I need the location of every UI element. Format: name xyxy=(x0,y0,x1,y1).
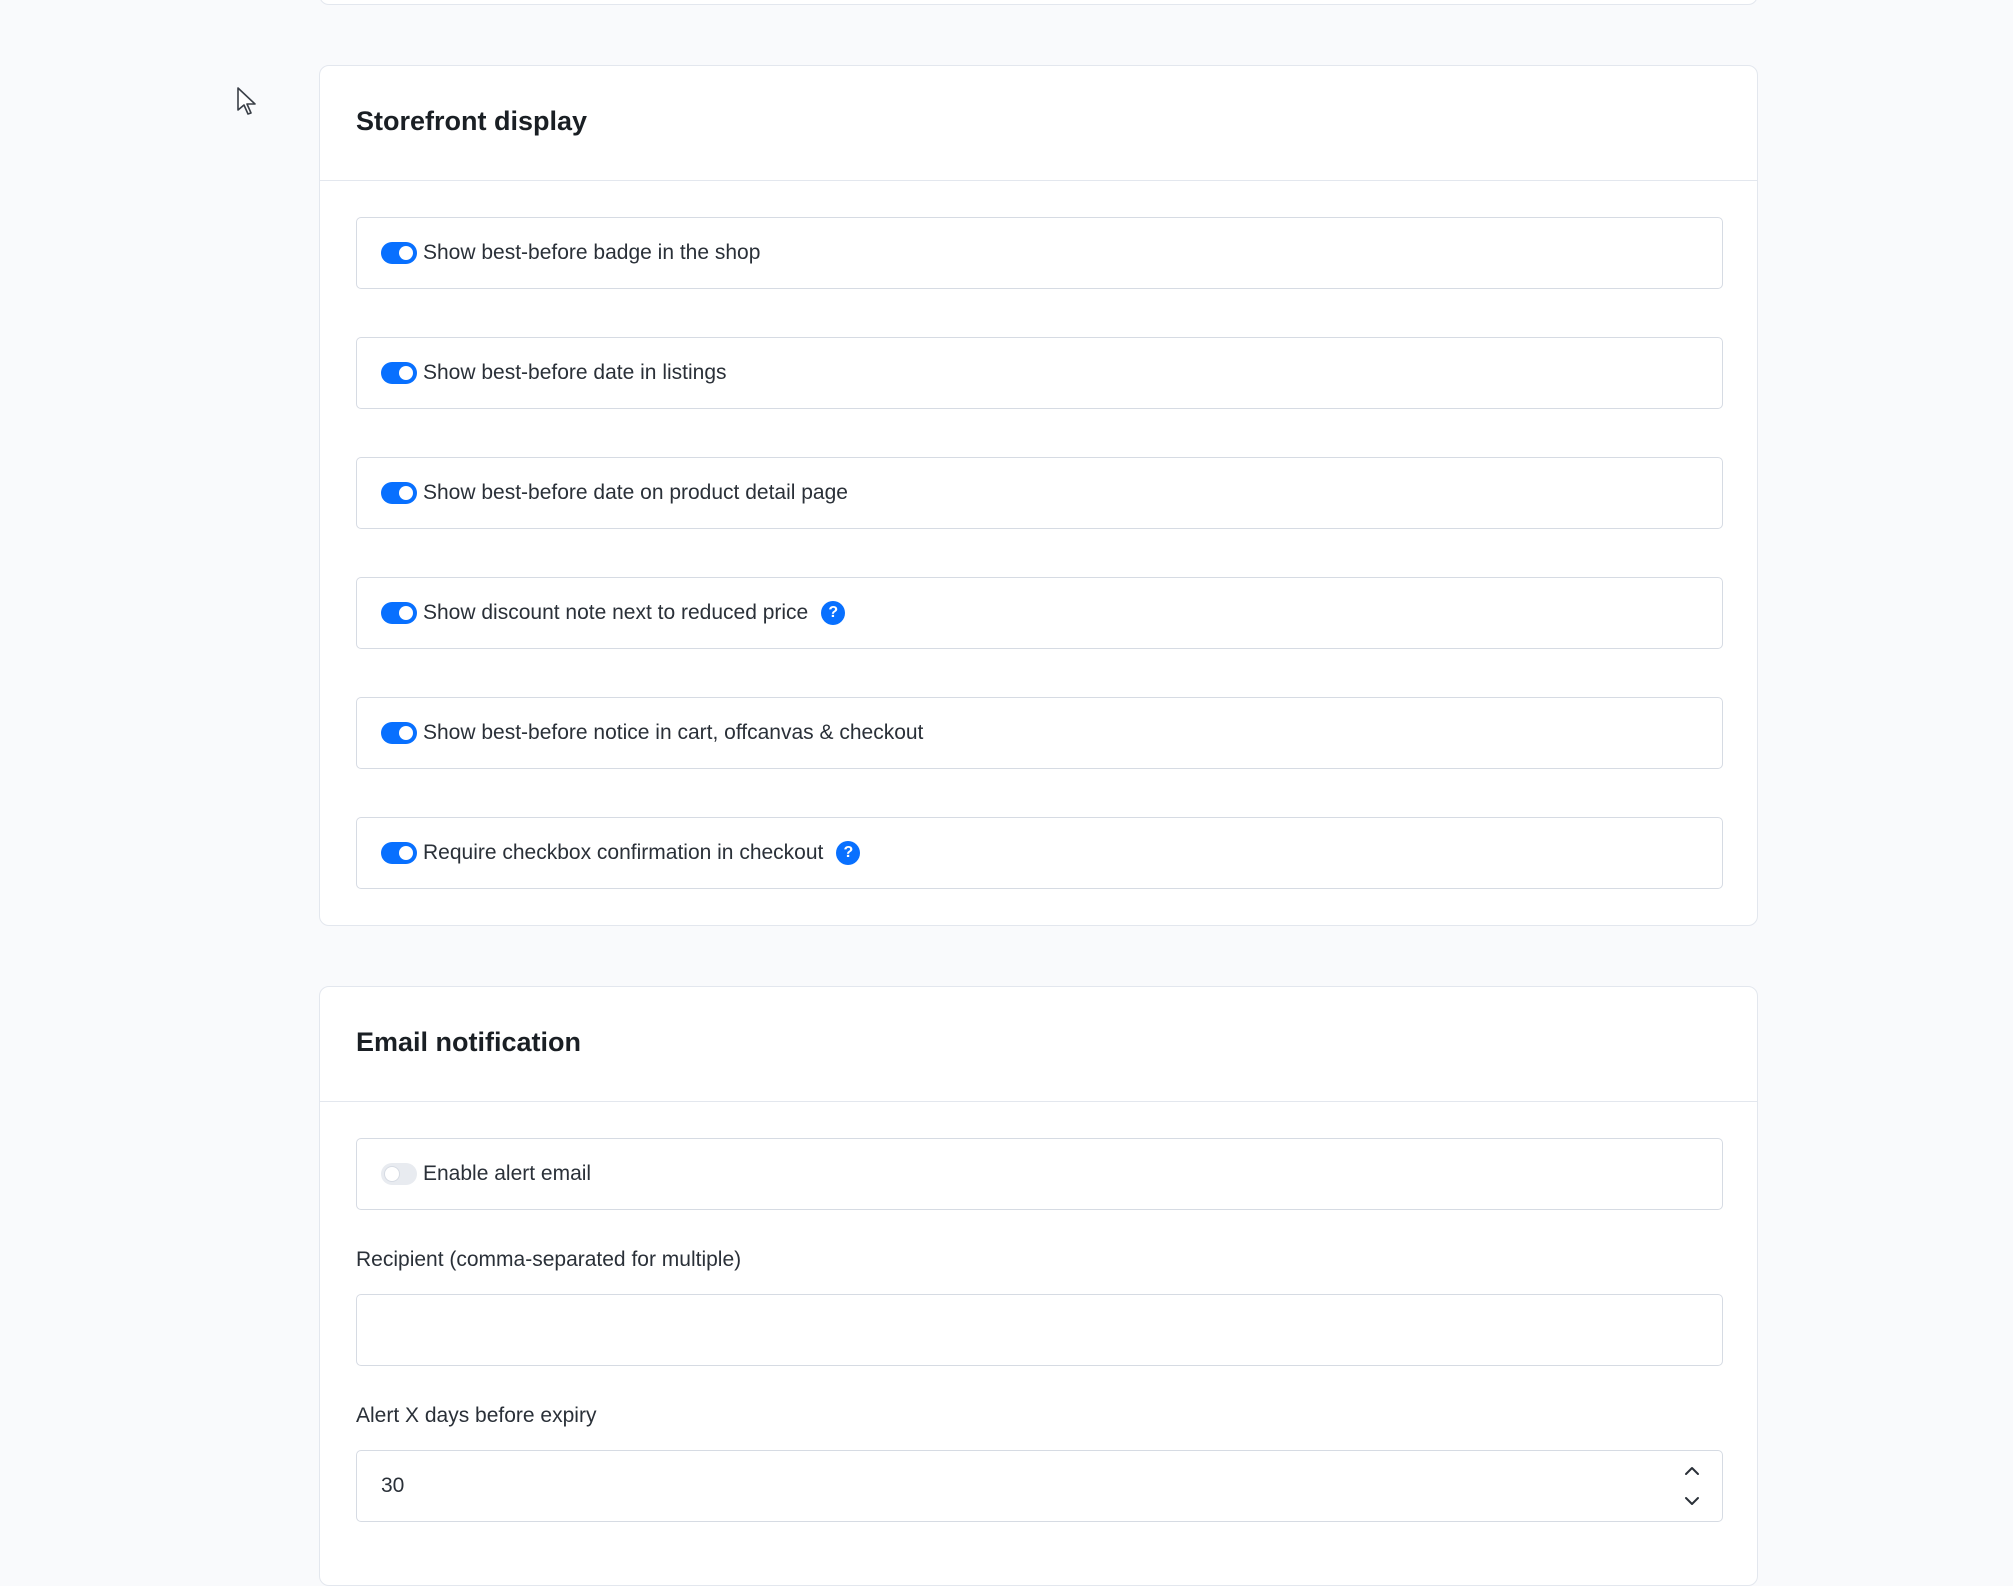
toggle-row-enable-alert-email[interactable]: Enable alert email xyxy=(356,1138,1723,1210)
toggle-switch[interactable] xyxy=(381,722,417,744)
mouse-pointer-icon xyxy=(237,87,256,115)
toggle-label: Require checkbox confirmation in checkou… xyxy=(423,841,824,864)
question-mark-icon[interactable]: ? xyxy=(836,841,861,865)
card-header: Storefront display xyxy=(320,66,1757,181)
card-title: Storefront display xyxy=(356,106,588,136)
previous-card xyxy=(319,0,1758,5)
toggle-label: Show best-before notice in cart, offcanv… xyxy=(423,721,924,744)
days-before-label: Alert X days before expiry xyxy=(356,1404,597,1427)
card-title: Email notification xyxy=(356,1027,582,1057)
card-header: Email notification xyxy=(320,987,1757,1102)
toggle-switch[interactable] xyxy=(381,362,417,384)
toggle-row-best-before-detail-page[interactable]: Show best-before date on product detail … xyxy=(356,457,1723,529)
toggle-row-best-before-listings[interactable]: Show best-before date in listings xyxy=(356,337,1723,409)
toggle-label: Show discount note next to reduced price xyxy=(423,601,809,624)
email-notification-card: Email notification Enable alert email Re… xyxy=(319,986,1758,1586)
recipient-label: Recipient (comma-separated for multiple) xyxy=(356,1248,742,1271)
toggle-switch[interactable] xyxy=(381,242,417,264)
toggle-label: Enable alert email xyxy=(423,1162,592,1185)
toggle-label: Show best-before date on product detail … xyxy=(423,481,848,504)
toggle-row-best-before-badge[interactable]: Show best-before badge in the shop xyxy=(356,217,1723,289)
toggle-switch[interactable] xyxy=(381,1163,417,1185)
stepper-controls xyxy=(1662,1451,1722,1521)
toggle-switch[interactable] xyxy=(381,602,417,624)
toggle-row-cart-notice[interactable]: Show best-before notice in cart, offcanv… xyxy=(356,697,1723,769)
days-before-value[interactable]: 30 xyxy=(381,1474,1662,1498)
toggle-label: Show best-before badge in the shop xyxy=(423,241,761,264)
storefront-display-card: Storefront display Show best-before badg… xyxy=(319,65,1758,926)
recipient-input[interactable] xyxy=(356,1294,1723,1366)
question-mark-icon[interactable]: ? xyxy=(821,601,846,625)
toggle-switch[interactable] xyxy=(381,482,417,504)
chevron-up-icon[interactable] xyxy=(1677,1456,1707,1486)
toggle-label: Show best-before date in listings xyxy=(423,361,727,384)
days-before-stepper[interactable]: 30 xyxy=(356,1450,1723,1522)
toggle-switch[interactable] xyxy=(381,842,417,864)
chevron-down-icon[interactable] xyxy=(1677,1486,1707,1516)
toggle-row-discount-note[interactable]: Show discount note next to reduced price… xyxy=(356,577,1723,649)
toggle-row-checkbox-confirmation[interactable]: Require checkbox confirmation in checkou… xyxy=(356,817,1723,889)
